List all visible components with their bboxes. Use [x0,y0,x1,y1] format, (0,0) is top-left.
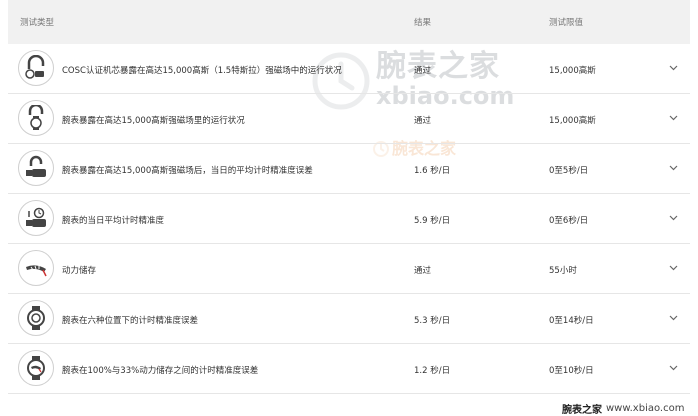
chevron-down-icon[interactable] [666,362,680,374]
chevron-down-icon[interactable] [666,312,680,324]
test-limit: 0至5秒/日 [549,166,589,176]
test-name: 腕表的当日平均计时精准度 [62,216,165,226]
footer-watermark: 腕表之家 www.xbiao.com [556,400,698,416]
column-header-limit: 测试限值 [549,18,584,28]
table-row[interactable]: 腕表在100%与33%动力储存之间的计时精准度误差 1.2 秒/日 0至10秒/… [8,344,690,394]
footer-watermark-cn: 腕表之家 [562,404,602,416]
column-header-result: 结果 [414,18,432,28]
chevron-down-icon[interactable] [666,112,680,124]
test-limit: 0至14秒/日 [549,316,594,326]
test-limit: 15,000高斯 [549,66,596,76]
magnet-wristwatch-icon [18,100,54,136]
table-row[interactable]: COSC认证机芯暴露在高达15,000高斯（1.5特斯拉）强磁场中的运行状况 通… [8,44,690,94]
chevron-down-icon[interactable] [666,212,680,224]
table-row[interactable]: 动力储存 通过 55小时 [8,244,690,294]
test-name: 腕表暴露在高达15,000高斯强磁场里的运行状况 [62,116,245,126]
test-result: 通过 [414,66,432,76]
magnet-watch-icon [18,50,54,86]
test-limit: 15,000高斯 [549,116,596,126]
daily-precision-icon [18,200,54,236]
test-limit: 0至10秒/日 [549,366,594,376]
table-header: 测试类型 结果 测试限值 [8,0,690,44]
test-result: 1.6 秒/日 [414,166,451,176]
test-result: 通过 [414,266,432,276]
magnet-precision-icon [18,150,54,186]
table-row[interactable]: 腕表的当日平均计时精准度 5.9 秒/日 0至6秒/日 [8,194,690,244]
test-result: 1.2 秒/日 [414,366,451,376]
table-row[interactable]: 腕表暴露在高达15,000高斯强磁场里的运行状况 通过 15,000高斯 [8,94,690,144]
six-positions-icon [18,300,54,336]
power-reserve-icon [18,250,54,286]
power-reserve-accuracy-icon [18,350,54,386]
chevron-down-icon[interactable] [666,262,680,274]
test-results-table: COSC认证机芯暴露在高达15,000高斯（1.5特斯拉）强磁场中的运行状况 通… [8,44,690,394]
test-name: COSC认证机芯暴露在高达15,000高斯（1.5特斯拉）强磁场中的运行状况 [62,66,342,76]
test-name: 腕表暴露在高达15,000高斯强磁场后，当日的平均计时精准度误差 [62,166,313,176]
test-name: 腕表在六种位置下的计时精准度误差 [62,316,199,326]
test-result: 通过 [414,116,432,126]
test-limit: 0至6秒/日 [549,216,589,226]
table-row[interactable]: 腕表暴露在高达15,000高斯强磁场后，当日的平均计时精准度误差 1.6 秒/日… [8,144,690,194]
test-limit: 55小时 [549,266,577,276]
chevron-down-icon[interactable] [666,62,680,74]
chevron-down-icon[interactable] [666,162,680,174]
test-name: 动力储存 [62,266,97,276]
column-header-type: 测试类型 [20,18,55,28]
test-result: 5.3 秒/日 [414,316,451,326]
footer-watermark-en: www.xbiao.com [606,402,685,414]
test-result: 5.9 秒/日 [414,216,451,226]
test-name: 腕表在100%与33%动力储存之间的计时精准度误差 [62,366,259,376]
table-row[interactable]: 腕表在六种位置下的计时精准度误差 5.3 秒/日 0至14秒/日 [8,294,690,344]
